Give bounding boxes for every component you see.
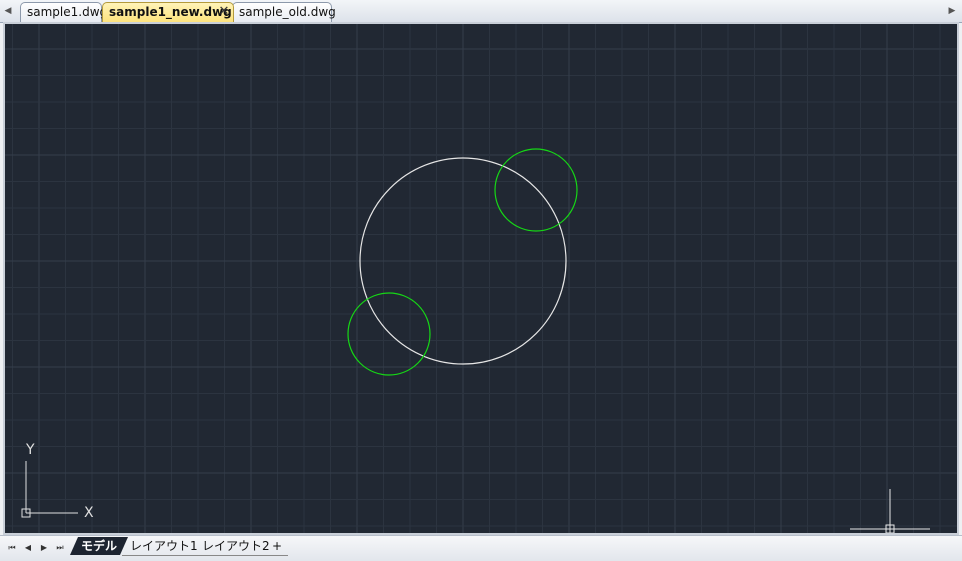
previous-layout-icon[interactable]: ◀ bbox=[21, 540, 35, 556]
tab-layout1[interactable]: レイアウト1 bbox=[122, 537, 200, 556]
drawing-viewport[interactable]: Y X bbox=[3, 22, 959, 535]
drawing-canvas[interactable]: Y X bbox=[5, 24, 957, 533]
document-tab-sample-old[interactable]: sample_old.dwg bbox=[232, 2, 336, 22]
close-tab-icon[interactable]: ✕ bbox=[218, 3, 230, 21]
document-tab-sample1-new[interactable]: sample1_new.dwg ✕ bbox=[102, 2, 234, 23]
document-tab-label: sample1_new.dwg bbox=[109, 5, 232, 19]
add-layout-button[interactable]: + bbox=[266, 537, 288, 556]
small-circle-bottom-left[interactable] bbox=[347, 292, 431, 376]
ucs-y-label: Y bbox=[25, 442, 35, 458]
document-tab-label: sample1.dwg bbox=[27, 5, 108, 19]
document-tab-label: sample_old.dwg bbox=[239, 5, 336, 19]
document-tab-sample1[interactable]: sample1.dwg bbox=[20, 2, 107, 22]
tab-model[interactable]: モデル bbox=[70, 537, 128, 555]
first-layout-icon[interactable]: ⏮ bbox=[5, 540, 19, 556]
document-tab-bar: ◀ sample1.dwg sample_old.dwg sample1_new… bbox=[0, 0, 962, 23]
next-layout-icon[interactable]: ▶ bbox=[37, 540, 51, 556]
tab-scroll-right-icon[interactable]: ▶ bbox=[946, 3, 958, 19]
ucs-x-label: X bbox=[84, 505, 94, 521]
tab-scroll-left-icon[interactable]: ◀ bbox=[2, 3, 14, 19]
ucs-icon bbox=[21, 461, 78, 518]
tab-layout2[interactable]: レイアウト2 bbox=[194, 537, 272, 556]
small-circle-top-right[interactable] bbox=[494, 148, 578, 232]
grid bbox=[5, 24, 957, 533]
layout-tab-bar: ⏮ ◀ ▶ ⏭ モデル レイアウト1 レイアウト2 + bbox=[0, 535, 962, 561]
last-layout-icon[interactable]: ⏭ bbox=[53, 540, 67, 556]
